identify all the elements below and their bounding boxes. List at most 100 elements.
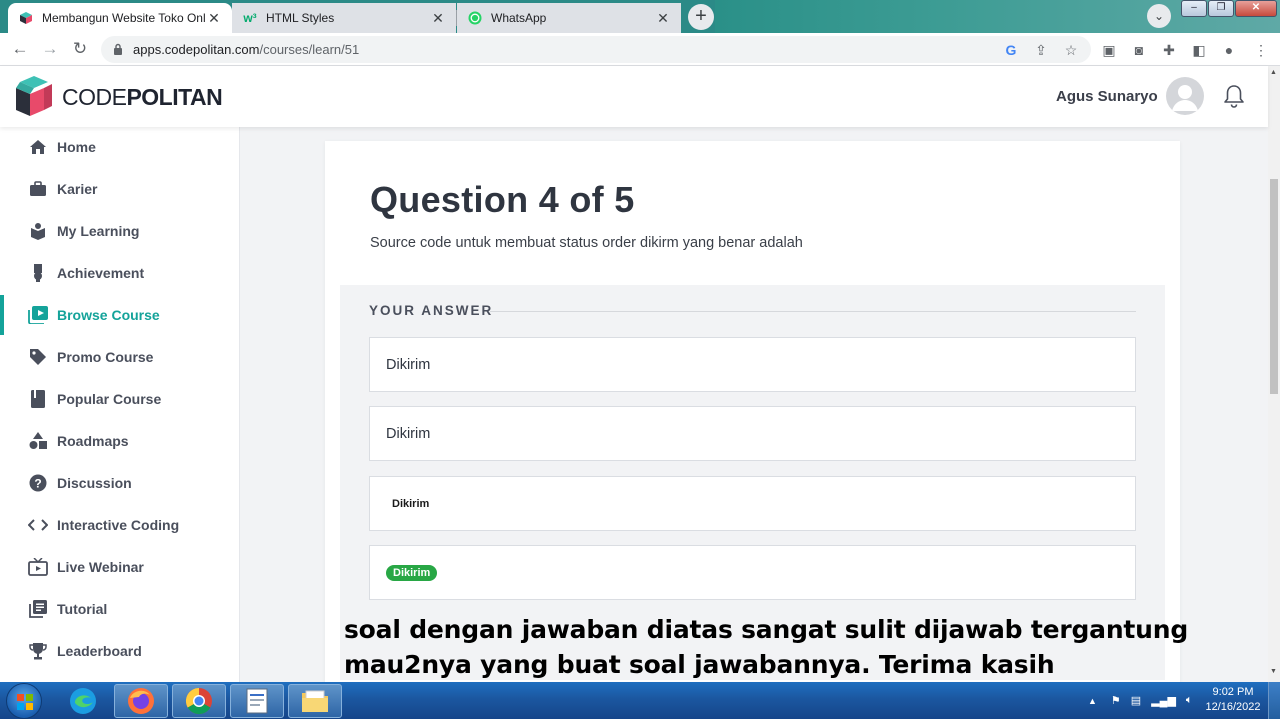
home-icon [28,137,48,157]
sidebar-item-live-webinar[interactable]: Live Webinar [0,547,239,587]
sidebar-item-label: Home [57,139,96,155]
taskbar-edge[interactable] [56,684,110,718]
page-scrollbar[interactable]: ▲ ▼ [1268,66,1280,682]
sidebar-item-browse-course[interactable]: Browse Course [0,295,239,335]
clock-time: 9:02 PM [1212,686,1254,698]
quiz-card: Question 4 of 5 Source code untuk membua… [325,141,1180,686]
bookmark-star-icon[interactable]: ☆ [1062,41,1080,59]
close-tab-icon[interactable]: ✕ [206,10,222,27]
sidebar-item-label: Promo Course [57,349,154,365]
sidebar-item-discussion[interactable]: ? Discussion [0,463,239,503]
camera-icon[interactable]: ◙ [1130,41,1148,59]
windows-taskbar: ▲ ⚑ ▤ ▂▄▆ 🔈︎ 9:02 PM 12/16/2022 [0,682,1280,719]
sidebar-item-label: My Learning [57,223,140,239]
logo-text: CODEPOLITAN [62,83,223,111]
sidebar-item-interactive-coding[interactable]: Interactive Coding [0,505,239,545]
profile-icon[interactable]: ● [1220,41,1238,59]
share-icon[interactable]: ⇪ [1032,41,1050,59]
url-path: /courses/learn/51 [259,42,360,57]
answer-option-2[interactable]: Dikirim [369,406,1136,461]
answer-option-1[interactable]: Dikirim [369,337,1136,392]
extensions-puzzle-icon[interactable]: ✚ [1160,41,1178,59]
start-button[interactable] [6,683,42,719]
browser-toolbar: ← → ↻ apps.codepolitan.com/courses/learn… [0,33,1280,66]
device-icon[interactable]: ▤ [1131,694,1141,707]
show-desktop-button[interactable] [1268,682,1280,719]
sidebar-item-promo-course[interactable]: Promo Course [0,337,239,377]
main-content: Question 4 of 5 Source code untuk membua… [240,127,1268,686]
edge-icon [70,688,96,714]
sidebar-item-karier[interactable]: Karier [0,169,239,209]
close-tab-icon[interactable]: ✕ [655,10,671,27]
scroll-up-arrow-icon[interactable]: ▲ [1270,69,1277,76]
answer-option-text: Dikirim [392,497,430,510]
chrome-icon [185,687,212,715]
tab-html-styles[interactable]: w³ HTML Styles ✕ [232,3,456,33]
browser-tab-strip: Membangun Website Toko Onlin ✕ w³ HTML S… [0,0,1280,33]
tab-whatsapp[interactable]: WhatsApp ✕ [457,3,681,33]
logo-text-part-a: CODE [62,83,127,110]
notification-bell-icon[interactable] [1223,84,1245,108]
tab-search-icon[interactable]: ⌄ [1147,4,1171,28]
screen-capture-icon[interactable]: ▣ [1100,41,1118,59]
window-controls: – ❐ ✕ [1180,0,1277,17]
sidebar-item-tutorial[interactable]: Tutorial [0,589,239,629]
briefcase-icon [28,179,48,199]
status-badge: Dikirim [386,564,438,581]
trophy-icon [28,641,48,661]
taskbar-document-app[interactable] [230,684,284,718]
sidebar-item-label: Popular Course [57,391,162,407]
avatar[interactable] [1166,77,1204,115]
scrollbar-thumb[interactable] [1270,179,1278,394]
close-tab-icon[interactable]: ✕ [430,10,446,27]
annotation-line-2: mau2nya yang buat soal jawabannya. Terim… [344,650,1055,679]
scroll-down-arrow-icon[interactable]: ▼ [1270,668,1277,675]
sidebar-item-roadmaps[interactable]: Roadmaps [0,421,239,461]
sidebar-item-label: Leaderboard [57,643,142,659]
sidebar-item-label: Roadmaps [57,433,129,449]
sidebar-item-my-learning[interactable]: My Learning [0,211,239,251]
close-window-button[interactable]: ✕ [1235,0,1277,17]
show-hidden-icons-icon[interactable]: ▲ [1088,696,1097,706]
side-panel-icon[interactable]: ◧ [1190,41,1208,59]
default-avatar-icon [1172,85,1198,111]
taskbar-firefox[interactable] [114,684,168,718]
menu-dots-icon[interactable]: ⋮ [1252,41,1270,59]
answer-option-3[interactable]: Dikirim [369,476,1136,531]
answer-option-text: Dikirim [386,425,431,442]
annotation-line-1: soal dengan jawaban diatas sangat sulit … [344,615,1189,644]
back-arrow-icon[interactable]: ← [9,38,31,60]
windows-logo-icon [17,694,33,710]
answer-option-4[interactable]: Dikirim [369,545,1136,600]
sidebar-item-home[interactable]: Home [0,127,239,167]
answer-heading: YOUR ANSWER [369,303,494,318]
question-title: Question 4 of 5 [370,179,635,220]
code-icon [28,515,48,535]
google-lens-icon[interactable]: G [1002,41,1020,59]
sidebar-item-achievement[interactable]: Achievement [0,253,239,293]
address-bar[interactable]: apps.codepolitan.com/courses/learn/51 G … [101,36,1091,63]
taskbar-file-explorer[interactable] [288,684,342,718]
user-name[interactable]: Agus Sunaryo [1056,88,1158,105]
codepolitan-logo[interactable]: CODEPOLITAN [14,76,223,118]
document-list-icon [28,599,48,619]
minimize-button[interactable]: – [1181,0,1207,17]
restore-button[interactable]: ❐ [1208,0,1234,17]
sidebar-item-leaderboard[interactable]: Leaderboard [0,631,239,671]
site-header: CODEPOLITAN Agus Sunaryo [0,66,1268,127]
reload-icon[interactable]: ↻ [69,38,91,60]
tab-title: WhatsApp [491,11,547,25]
taskbar-chrome[interactable] [172,684,226,718]
sidebar: Home Karier My Learning Achievement Brow… [0,127,240,682]
new-tab-button[interactable]: + [688,4,714,30]
firefox-icon [128,688,154,714]
play-library-icon [28,305,48,325]
taskbar-clock[interactable]: 9:02 PM 12/16/2022 [1202,685,1264,715]
forward-arrow-icon[interactable]: → [39,38,61,60]
network-signal-icon[interactable]: ▂▄▆ [1151,694,1176,707]
tab-codepolitan[interactable]: Membangun Website Toko Onlin ✕ [8,3,232,33]
volume-icon[interactable]: 🔈︎ [1186,694,1193,707]
shapes-icon [28,431,48,451]
sidebar-item-popular-course[interactable]: Popular Course [0,379,239,419]
flag-icon[interactable]: ⚑ [1111,694,1121,707]
